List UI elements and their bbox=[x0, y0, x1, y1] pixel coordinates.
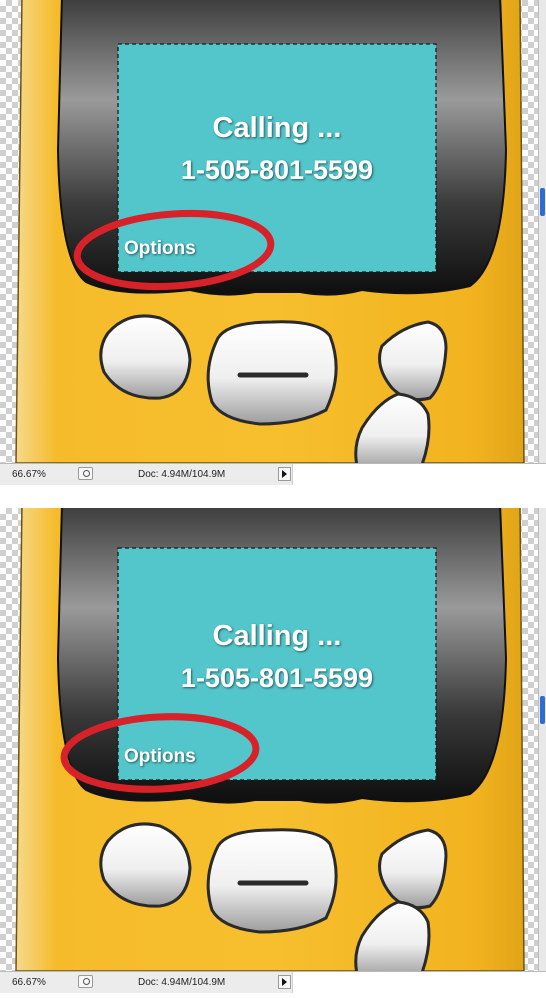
zoom-level[interactable]: 66.67% bbox=[12, 469, 46, 480]
document-canvas[interactable]: Calling ... 1-505-801-5599 Options bbox=[0, 508, 538, 971]
screen-calling-text: Calling ... bbox=[212, 620, 342, 652]
navigator-icon[interactable] bbox=[78, 975, 93, 988]
triangle-right-icon[interactable] bbox=[278, 467, 291, 481]
document-canvas[interactable]: Calling ... 1-505-801-5599 Options bbox=[0, 0, 538, 463]
screen-phone-number: 1-505-801-5599 bbox=[180, 155, 374, 185]
options-softkey-label: Options bbox=[124, 746, 196, 767]
phone-artwork bbox=[15, 508, 525, 971]
screen-calling-text: Calling ... bbox=[212, 112, 342, 144]
vertical-scrollbar[interactable] bbox=[538, 0, 546, 463]
screen-phone-number: 1-505-801-5599 bbox=[180, 663, 374, 693]
status-bar: 66.67% Doc: 4.94M/104.9M bbox=[0, 463, 546, 485]
canvas-panel-top: Calling ... 1-505-801-5599 Options 66.67… bbox=[0, 0, 546, 490]
status-bar: 66.67% Doc: 4.94M/104.9M bbox=[0, 971, 546, 993]
zoom-level[interactable]: 66.67% bbox=[12, 977, 46, 988]
horizontal-scroll-track[interactable] bbox=[292, 972, 546, 993]
options-softkey-label: Options bbox=[124, 238, 196, 259]
horizontal-scroll-track[interactable] bbox=[292, 464, 546, 485]
scrollbar-thumb[interactable] bbox=[540, 696, 545, 724]
doc-size-info: Doc: 4.94M/104.9M bbox=[138, 977, 226, 988]
doc-size-info: Doc: 4.94M/104.9M bbox=[138, 469, 226, 480]
canvas-panel-bottom: Calling ... 1-505-801-5599 Options 66.67… bbox=[0, 508, 546, 998]
phone-artwork bbox=[15, 0, 525, 463]
navigator-icon[interactable] bbox=[78, 467, 93, 480]
vertical-scrollbar[interactable] bbox=[538, 508, 546, 971]
scrollbar-thumb[interactable] bbox=[540, 188, 545, 216]
triangle-right-icon[interactable] bbox=[278, 975, 291, 989]
